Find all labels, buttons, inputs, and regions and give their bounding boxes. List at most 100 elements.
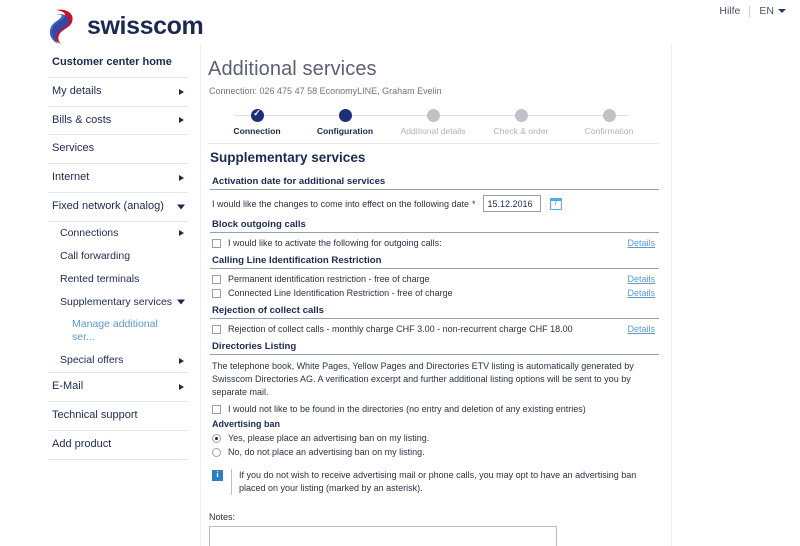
sidebar-item-technical-support[interactable]: Technical support bbox=[48, 402, 188, 431]
sidebar-item-services[interactable]: Services bbox=[48, 135, 188, 164]
block-outgoing-checkbox[interactable] bbox=[212, 238, 221, 248]
step-dot-icon bbox=[514, 109, 528, 122]
connection-info: Connection: 026 475 47 58 EconomyLINE, G… bbox=[209, 86, 442, 96]
sidebar-item-supplementary-services[interactable]: Supplementary services bbox=[48, 291, 188, 314]
sidebar-item-label: Supplementary services bbox=[60, 295, 173, 308]
sidebar-item-customer-center-home[interactable]: Customer center home bbox=[48, 52, 188, 78]
block-outgoing-label: I would like to activate the following f… bbox=[228, 238, 442, 248]
sidebar-item-label: Bills & costs bbox=[52, 113, 112, 126]
sidebar-item-add-product[interactable]: Add product bbox=[48, 431, 188, 460]
chevron-right-icon bbox=[179, 174, 184, 181]
stepper-step-configuration[interactable]: Configuration bbox=[301, 102, 389, 136]
brand-name: swisscom bbox=[87, 11, 204, 40]
sidebar-item-label: Services bbox=[52, 142, 95, 155]
activation-date-block: Activation date for additional services … bbox=[210, 173, 659, 214]
sidebar-item-e-mail[interactable]: E-Mail bbox=[48, 373, 188, 403]
sidebar-item-label: Internet bbox=[52, 171, 90, 183]
stepper-step-label: Connection bbox=[233, 126, 281, 136]
collect-calls-row: Rejection of collect calls - monthly cha… bbox=[210, 322, 659, 336]
directories-listing-block: Directories Listing The telephone book, … bbox=[210, 338, 659, 495]
clir-connected-label: Connected Line Identification Restrictio… bbox=[228, 288, 453, 298]
clir-heading: Calling Line Identification Restriction bbox=[210, 252, 659, 269]
chevron-right-icon bbox=[179, 88, 184, 95]
step-dot-icon bbox=[338, 109, 352, 122]
sidebar-item-label: Customer center home bbox=[52, 56, 172, 68]
collect-calls-details-link[interactable]: Details bbox=[627, 324, 659, 334]
chevron-right-icon bbox=[179, 384, 184, 391]
sidebar-item-rented-terminals[interactable]: Rented terminals bbox=[48, 268, 188, 291]
directories-heading: Directories Listing bbox=[210, 338, 659, 355]
step-dot-icon bbox=[426, 109, 440, 122]
sidebar-item-call-forwarding[interactable]: Call forwarding bbox=[48, 245, 188, 268]
directories-optout-checkbox[interactable] bbox=[212, 404, 221, 414]
sidebar-item-connections[interactable]: Connections bbox=[48, 222, 188, 245]
stepper-step-additional-details[interactable]: Additional details bbox=[389, 102, 477, 136]
help-link[interactable]: Hilfe bbox=[719, 5, 740, 17]
advertising-ban-yes-row: Yes, please place an advertising ban on … bbox=[210, 431, 659, 445]
chevron-right-icon bbox=[179, 117, 184, 124]
advertising-ban-yes-radio[interactable] bbox=[212, 433, 221, 443]
chevron-down-icon bbox=[778, 9, 786, 13]
clir-option-row: Permanent identification restriction - f… bbox=[210, 272, 659, 286]
block-outgoing-row: I would like to activate the following f… bbox=[210, 236, 659, 250]
sidebar-item-label: Rented terminals bbox=[60, 272, 140, 285]
block-outgoing-heading: Block outgoing calls bbox=[210, 216, 659, 233]
language-selector[interactable]: EN bbox=[759, 5, 786, 17]
sidebar-item-label: Add product bbox=[52, 437, 112, 450]
sidebar-item-fixed-network-analog[interactable]: Fixed network (analog) bbox=[48, 193, 188, 222]
sidebar-item-internet[interactable]: Internet bbox=[48, 164, 188, 193]
header-utility-nav: Hilfe EN bbox=[719, 5, 786, 17]
activation-date-heading: Activation date for additional services bbox=[210, 173, 659, 190]
directories-optout-row: I would not like to be found in the dire… bbox=[210, 402, 659, 416]
advertising-ban-yes-label: Yes, please place an advertising ban on … bbox=[228, 433, 430, 444]
clir-connected-checkbox[interactable] bbox=[212, 288, 221, 298]
advertising-ban-no-label: No, do not place an advertising ban on m… bbox=[228, 447, 425, 458]
stepper-step-label: Configuration bbox=[316, 126, 374, 136]
brand-logo[interactable]: swisscom bbox=[48, 7, 204, 45]
activation-date-row: I would like the changes to come into ef… bbox=[210, 193, 659, 214]
swisscom-lifeform-logo-icon bbox=[48, 7, 78, 45]
clir-connected-details-link[interactable]: Details bbox=[627, 288, 659, 298]
progress-stepper: Connection Configuration Additional detail… bbox=[207, 102, 659, 144]
advertising-ban-heading: Advertising ban bbox=[212, 419, 281, 430]
sidebar-item-bills-costs[interactable]: Bills & costs bbox=[48, 107, 188, 136]
step-complete-icon bbox=[250, 107, 264, 122]
stepper-step-label: Additional details bbox=[400, 126, 466, 136]
sidebar-item-label: Connections bbox=[60, 226, 119, 239]
calendar-icon[interactable] bbox=[549, 197, 562, 210]
activation-date-label: I would like the changes to come into ef… bbox=[212, 198, 469, 209]
section-title: Supplementary services bbox=[210, 150, 366, 165]
sidebar-item-label: Special offers bbox=[60, 354, 124, 367]
info-icon bbox=[212, 469, 223, 482]
stepper-step-connection[interactable]: Connection bbox=[213, 102, 301, 136]
header-divider bbox=[749, 5, 751, 17]
stepper-step-confirmation[interactable]: Confirmation bbox=[565, 102, 653, 136]
collect-calls-heading: Rejection of collect calls bbox=[210, 302, 659, 319]
collect-calls-checkbox[interactable] bbox=[212, 324, 221, 334]
clir-permanent-checkbox[interactable] bbox=[212, 274, 221, 284]
sidebar-item-special-offers[interactable]: Special offers bbox=[48, 349, 188, 374]
advertising-ban-no-row: No, do not place an advertising ban on m… bbox=[210, 445, 659, 459]
clir-permanent-label: Permanent identification restriction - f… bbox=[228, 274, 430, 284]
notes-textarea[interactable] bbox=[209, 525, 557, 546]
advertising-ban-no-radio[interactable] bbox=[212, 447, 221, 457]
main-content: Additional services Connection: 026 475 … bbox=[200, 44, 672, 546]
clir-permanent-details-link[interactable]: Details bbox=[627, 274, 659, 284]
sidebar-item-label: My details bbox=[52, 84, 102, 97]
page-title: Additional services bbox=[208, 58, 377, 80]
sidebar-item-manage-additional-ser[interactable]: Manage additional ser... bbox=[48, 314, 188, 349]
required-marker: * bbox=[472, 198, 476, 209]
stepper-step-check-order[interactable]: Check & order bbox=[477, 102, 565, 136]
collect-calls-block: Rejection of collect calls Rejection of … bbox=[210, 302, 659, 336]
stepper-step-label: Check & order bbox=[493, 126, 549, 136]
sidebar-item-label: Manage additional ser... bbox=[72, 318, 158, 344]
activation-date-input[interactable] bbox=[482, 195, 541, 212]
page-header: swisscom Hilfe EN bbox=[0, 0, 800, 45]
chevron-right-icon bbox=[179, 230, 184, 237]
sidebar-nav: Customer center home My details Bills & co… bbox=[48, 52, 188, 460]
block-outgoing-details-link[interactable]: Details bbox=[627, 238, 659, 248]
directories-optout-label: I would not like to be found in the dire… bbox=[228, 404, 586, 415]
block-outgoing-calls-block: Block outgoing calls I would like to act… bbox=[210, 216, 659, 250]
sidebar-item-my-details[interactable]: My details bbox=[48, 78, 188, 107]
sidebar-item-label: Fixed network (analog) bbox=[52, 199, 164, 212]
